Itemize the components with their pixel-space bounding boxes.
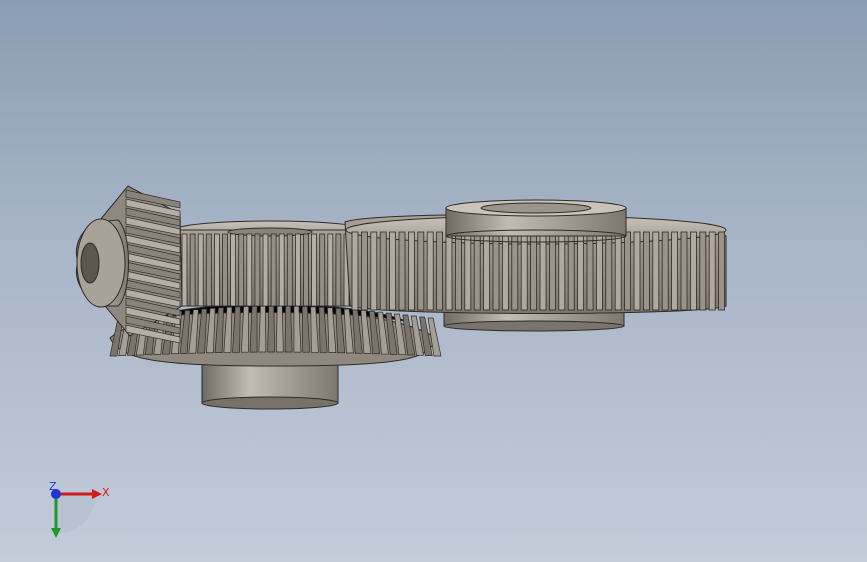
- triad-x-label: X: [102, 486, 110, 499]
- gear-tooth: [511, 231, 519, 311]
- gear-tooth: [351, 231, 359, 311]
- gear-tooth: [680, 231, 688, 311]
- gear-tooth: [473, 231, 481, 311]
- gear-tooth: [501, 231, 509, 311]
- gear-tooth: [708, 231, 716, 311]
- gear-tooth: [643, 231, 650, 311]
- gear-tooth: [652, 231, 660, 311]
- gear-tooth: [258, 305, 267, 353]
- gear-tooth: [379, 231, 387, 311]
- gear-tooth: [614, 231, 622, 311]
- gear-tooth: [205, 233, 212, 307]
- gear-assembly-model[interactable]: [0, 0, 867, 562]
- gear-tooth: [586, 231, 594, 311]
- triad-z-label: Z: [49, 480, 57, 493]
- gear-tooth: [624, 231, 631, 311]
- gear-tooth: [520, 231, 528, 311]
- triad-plane: [56, 494, 96, 534]
- gear-tooth: [558, 231, 566, 311]
- gear-tooth: [389, 231, 397, 311]
- gear-tooth: [605, 231, 613, 311]
- gear-tooth: [335, 233, 342, 307]
- gear-tooth: [596, 231, 603, 311]
- gear-tooth: [360, 231, 368, 311]
- gear-tooth: [454, 231, 462, 311]
- middle-spur-gear: [174, 220, 366, 307]
- gear-tooth: [278, 233, 285, 307]
- gear-tooth: [267, 305, 275, 353]
- gear-tooth: [436, 231, 444, 311]
- gear-tooth: [213, 233, 220, 307]
- gear-tooth: [230, 233, 237, 307]
- gear-tooth: [417, 231, 425, 311]
- gear-tooth: [492, 231, 500, 311]
- gear-tooth: [189, 233, 196, 307]
- gear-tooth: [539, 231, 547, 311]
- gear-tooth: [426, 231, 434, 311]
- gear-tooth: [270, 233, 277, 307]
- gear-tooth: [464, 231, 472, 311]
- bevel-pinion-hub: [76, 218, 129, 308]
- gear-tooth: [690, 231, 697, 311]
- gear-tooth: [661, 231, 669, 311]
- gear-tooth: [633, 231, 641, 311]
- gear-tooth: [262, 233, 269, 307]
- gear-tooth: [286, 233, 293, 307]
- gear-tooth: [294, 233, 301, 307]
- gear-tooth: [284, 305, 293, 353]
- gear-tooth: [549, 231, 556, 311]
- gear-tooth: [327, 233, 334, 307]
- large-spur-gear-upper-hub: [445, 199, 627, 243]
- gear-tooth: [567, 231, 575, 311]
- gear-tooth: [319, 233, 326, 307]
- gear-tooth: [445, 231, 453, 311]
- gear-tooth: [671, 231, 678, 311]
- gear-tooth: [246, 233, 253, 307]
- x-axis-arrow: [92, 489, 102, 499]
- gear-tooth: [197, 233, 204, 307]
- gear-tooth: [238, 233, 245, 307]
- gear-tooth: [407, 231, 415, 311]
- gear-tooth: [577, 231, 584, 311]
- gear-tooth: [699, 231, 707, 311]
- gear-tooth: [398, 231, 406, 311]
- gear-tooth: [718, 231, 725, 311]
- gear-tooth: [254, 233, 261, 307]
- gear-tooth: [303, 233, 309, 307]
- graphics-viewport[interactable]: X Z: [0, 0, 867, 562]
- gear-tooth: [222, 233, 228, 307]
- gear-tooth: [276, 305, 284, 353]
- gear-tooth: [181, 233, 188, 307]
- gear-tooth: [370, 231, 378, 311]
- gear-tooth: [311, 233, 318, 307]
- orientation-triad: X Z: [40, 478, 120, 548]
- gear-tooth: [530, 231, 537, 311]
- gear-tooth: [483, 231, 491, 311]
